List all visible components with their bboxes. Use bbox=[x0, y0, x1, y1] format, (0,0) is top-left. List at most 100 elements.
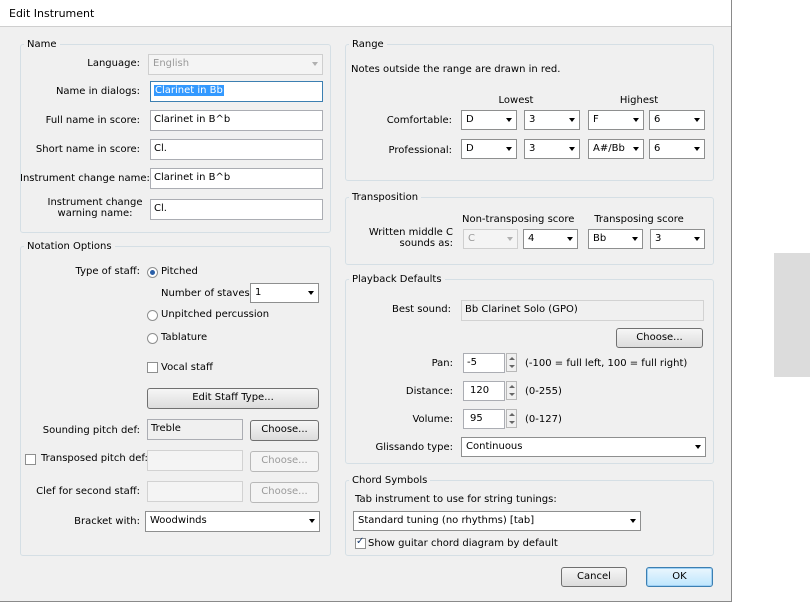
best-sound-field: Bb Clarinet Solo (GPO) bbox=[461, 300, 704, 321]
trans-octave-value: 3 bbox=[655, 233, 662, 244]
arrow-up-icon bbox=[509, 385, 515, 388]
chevron-down-icon bbox=[312, 62, 318, 66]
tablature-radio[interactable] bbox=[147, 333, 158, 344]
non-trans-octave-select[interactable]: 4 bbox=[523, 229, 578, 249]
tab-instrument-select[interactable]: Standard tuning (no rhythms) [tab] bbox=[353, 511, 641, 531]
distance-value: 120 bbox=[470, 385, 490, 396]
unpitched-label: Unpitched percussion bbox=[161, 309, 270, 320]
choose-sound-button[interactable]: Choose... bbox=[616, 328, 703, 348]
comfortable-high-note-select[interactable]: F bbox=[588, 110, 644, 130]
professional-label: Professional: bbox=[388, 145, 452, 156]
short-name-label: Short name in score: bbox=[35, 144, 140, 155]
comfortable-low-octave-value: 3 bbox=[529, 114, 536, 125]
name-group-title: Name bbox=[24, 39, 60, 50]
transposed-pitch-label: Transposed pitch def: bbox=[41, 453, 148, 464]
glissando-select[interactable]: Continuous bbox=[461, 437, 706, 457]
pan-input[interactable]: -5 bbox=[463, 353, 505, 373]
chevron-down-icon bbox=[507, 237, 513, 241]
clef-second-field bbox=[147, 481, 243, 502]
comfortable-low-note-select[interactable]: D bbox=[461, 110, 517, 130]
arrow-down-icon bbox=[509, 393, 515, 396]
warning-name-label-line1: Instrument change bbox=[47, 197, 143, 208]
trans-note-value: Bb bbox=[593, 233, 607, 244]
title-bar: Edit Instrument bbox=[0, 0, 731, 27]
arrow-down-icon bbox=[509, 421, 515, 424]
trans-octave-select[interactable]: 3 bbox=[650, 229, 705, 249]
transposed-choose-button[interactable]: Choose... bbox=[250, 451, 319, 472]
edit-staff-type-button[interactable]: Edit Staff Type... bbox=[147, 388, 319, 409]
glissando-value: Continuous bbox=[466, 441, 523, 452]
comfortable-low-note-value: D bbox=[466, 114, 474, 125]
ok-button[interactable]: OK bbox=[646, 567, 713, 587]
sounding-pitch-label: Sounding pitch def: bbox=[42, 425, 140, 436]
language-select[interactable]: English bbox=[148, 54, 323, 75]
chevron-down-icon bbox=[308, 291, 314, 295]
full-name-label: Full name in score: bbox=[45, 115, 140, 126]
unpitched-radio[interactable] bbox=[147, 310, 158, 321]
pitched-radio[interactable] bbox=[147, 267, 158, 278]
bracket-label: Bracket with: bbox=[74, 516, 140, 527]
type-of-staff-label: Type of staff: bbox=[75, 266, 140, 277]
staves-label: Number of staves: bbox=[161, 288, 254, 299]
professional-low-octave-select[interactable]: 3 bbox=[524, 139, 580, 159]
volume-label: Volume: bbox=[412, 414, 453, 425]
background-side-panel bbox=[774, 253, 810, 377]
dialog-name-input[interactable]: Clarinet in Bb bbox=[150, 81, 323, 102]
comfortable-high-note-value: F bbox=[593, 114, 599, 125]
transposition-group-title: Transposition bbox=[349, 192, 422, 203]
clef-second-choose-button[interactable]: Choose... bbox=[250, 482, 319, 503]
pan-spinner[interactable] bbox=[506, 353, 517, 372]
window-title: Edit Instrument bbox=[9, 7, 95, 20]
short-name-value: Cl. bbox=[154, 143, 167, 154]
non-trans-octave-value: 4 bbox=[528, 233, 535, 244]
professional-low-note-select[interactable]: D bbox=[461, 139, 517, 159]
highest-label: Highest bbox=[619, 95, 659, 106]
comfortable-low-octave-select[interactable]: 3 bbox=[524, 110, 580, 130]
full-name-value: Clarinet in B^b bbox=[154, 114, 231, 125]
distance-input[interactable]: 120 bbox=[463, 381, 505, 401]
vocal-staff-checkbox[interactable] bbox=[147, 362, 158, 373]
change-name-input[interactable]: Clarinet in B^b bbox=[150, 168, 323, 189]
cancel-button[interactable]: Cancel bbox=[561, 567, 627, 587]
chevron-down-icon bbox=[569, 118, 575, 122]
comfortable-label: Comfortable: bbox=[386, 115, 452, 126]
professional-high-note-select[interactable]: A#/Bb bbox=[588, 139, 644, 159]
professional-high-octave-select[interactable]: 6 bbox=[649, 139, 705, 159]
full-name-input[interactable]: Clarinet in B^b bbox=[150, 110, 323, 131]
best-sound-value: Bb Clarinet Solo (GPO) bbox=[465, 304, 578, 315]
notation-group-title: Notation Options bbox=[24, 241, 115, 252]
volume-input[interactable]: 95 bbox=[463, 409, 505, 429]
sounding-choose-button[interactable]: Choose... bbox=[250, 420, 319, 441]
chevron-down-icon bbox=[569, 147, 575, 151]
comfortable-high-octave-value: 6 bbox=[654, 114, 661, 125]
chevron-down-icon bbox=[695, 445, 701, 449]
staves-select[interactable]: 1 bbox=[250, 283, 319, 303]
written-middle-c-label-line2: sounds as: bbox=[399, 238, 453, 249]
volume-value: 95 bbox=[470, 413, 483, 424]
best-sound-label: Best sound: bbox=[391, 304, 451, 315]
short-name-input[interactable]: Cl. bbox=[150, 139, 323, 160]
bracket-value: Woodwinds bbox=[150, 515, 207, 526]
comfortable-high-octave-select[interactable]: 6 bbox=[649, 110, 705, 130]
chevron-down-icon bbox=[694, 118, 700, 122]
chevron-down-icon bbox=[567, 237, 573, 241]
show-diagram-checkbox[interactable] bbox=[355, 536, 366, 549]
chevron-down-icon bbox=[633, 118, 639, 122]
professional-low-octave-value: 3 bbox=[529, 143, 536, 154]
bracket-select[interactable]: Woodwinds bbox=[145, 511, 320, 532]
sounding-pitch-field: Treble bbox=[147, 419, 243, 440]
trans-note-select[interactable]: Bb bbox=[588, 229, 643, 249]
dialog-name-value: Clarinet in Bb bbox=[154, 85, 224, 96]
pan-value: -5 bbox=[467, 357, 477, 368]
pan-hint: (-100 = full left, 100 = full right) bbox=[525, 358, 688, 369]
warning-name-input[interactable]: Cl. bbox=[150, 199, 323, 220]
transposed-pitch-checkbox[interactable] bbox=[25, 454, 36, 465]
tablature-label: Tablature bbox=[161, 332, 208, 343]
distance-hint: (0-255) bbox=[525, 386, 562, 397]
volume-spinner[interactable] bbox=[506, 409, 517, 428]
non-trans-note-select[interactable]: C bbox=[463, 229, 518, 249]
change-name-label: Instrument change name: bbox=[20, 173, 150, 184]
distance-spinner[interactable] bbox=[506, 381, 517, 400]
chevron-down-icon bbox=[630, 519, 636, 523]
chevron-down-icon bbox=[632, 237, 638, 241]
